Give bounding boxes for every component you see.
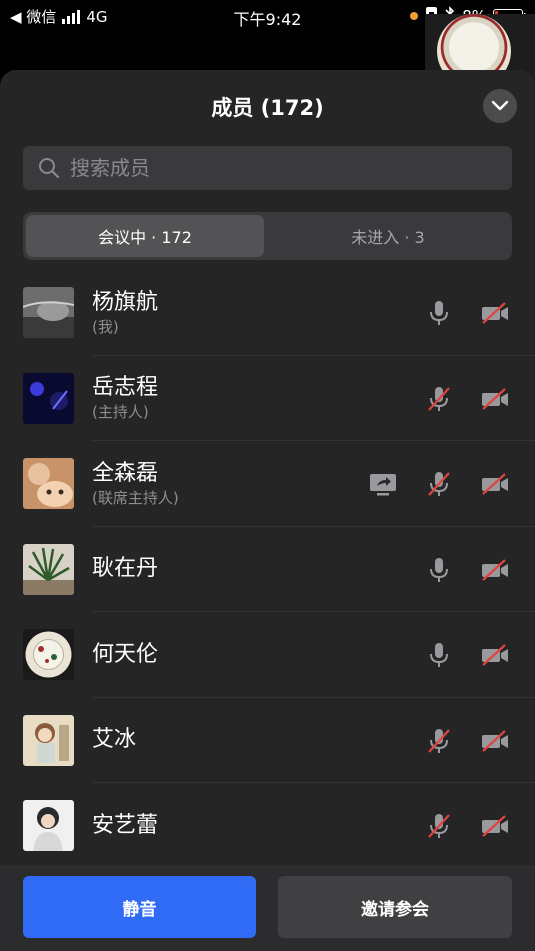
avatar: [23, 287, 74, 338]
mic-on-icon[interactable]: [424, 298, 454, 328]
tab-in-meeting[interactable]: 会议中 · 172: [26, 215, 264, 257]
member-name: 耿在丹: [92, 556, 159, 581]
camera-off-icon[interactable]: [480, 469, 510, 499]
camera-off-icon[interactable]: [480, 384, 510, 414]
mic-off-icon[interactable]: [424, 469, 454, 499]
camera-off-icon[interactable]: [480, 726, 510, 756]
member-list: 杨旗航 (我) 岳志程 (主持人) 全森磊 (联席主持人) 耿在丹 何天伦 艾冰…: [0, 270, 535, 869]
member-row[interactable]: 全森磊 (联席主持人): [0, 441, 535, 527]
mic-off-icon[interactable]: [424, 726, 454, 756]
member-name: 岳志程: [92, 375, 159, 400]
camera-off-icon[interactable]: [480, 298, 510, 328]
screen-share-icon: [370, 474, 396, 496]
footer-bar: 静音 邀请参会: [0, 865, 535, 951]
avatar: [23, 458, 74, 509]
members-sheet: 成员 (172) 会议中 · 172 未进入 · 3 杨旗航 (我): [0, 70, 535, 951]
mic-on-icon[interactable]: [424, 555, 454, 585]
avatar: [23, 629, 74, 680]
member-tabs: 会议中 · 172 未进入 · 3: [23, 212, 512, 260]
camera-off-icon[interactable]: [480, 555, 510, 585]
member-row[interactable]: 杨旗航 (我): [0, 270, 535, 356]
member-name: 杨旗航: [92, 289, 159, 315]
mute-all-button[interactable]: 静音: [23, 876, 256, 938]
member-row[interactable]: 安艺蕾: [0, 783, 535, 869]
member-role: (我): [92, 317, 119, 336]
search-icon: [39, 158, 60, 179]
member-role: (联席主持人): [92, 488, 179, 507]
member-row[interactable]: 何天伦: [0, 612, 535, 698]
mic-on-icon[interactable]: [424, 640, 454, 670]
member-name: 全森磊: [92, 460, 159, 486]
tab-not-joined[interactable]: 未进入 · 3: [267, 215, 509, 257]
invite-button[interactable]: 邀请参会: [278, 876, 512, 938]
avatar: [23, 800, 74, 851]
collapse-button[interactable]: [483, 89, 517, 123]
search-input[interactable]: [68, 155, 492, 181]
member-row[interactable]: 岳志程 (主持人): [0, 356, 535, 441]
member-row[interactable]: 耿在丹: [0, 527, 535, 612]
avatar: [23, 372, 74, 424]
avatar: [23, 543, 74, 595]
member-role: (主持人): [92, 403, 149, 421]
mic-in-use-dot-icon: [410, 12, 419, 20]
mic-off-icon[interactable]: [424, 811, 454, 841]
avatar: [23, 714, 74, 766]
camera-off-icon[interactable]: [480, 640, 510, 670]
member-name: 安艺蕾: [92, 812, 159, 838]
camera-off-icon[interactable]: [480, 811, 510, 841]
chevron-down-icon: [491, 100, 509, 111]
mic-off-icon[interactable]: [424, 384, 454, 414]
search-bar[interactable]: [23, 146, 512, 190]
member-row[interactable]: 艾冰: [0, 698, 535, 783]
member-name: 何天伦: [92, 641, 159, 667]
member-name: 艾冰: [92, 727, 137, 752]
page-title: 成员 (172): [211, 96, 324, 120]
